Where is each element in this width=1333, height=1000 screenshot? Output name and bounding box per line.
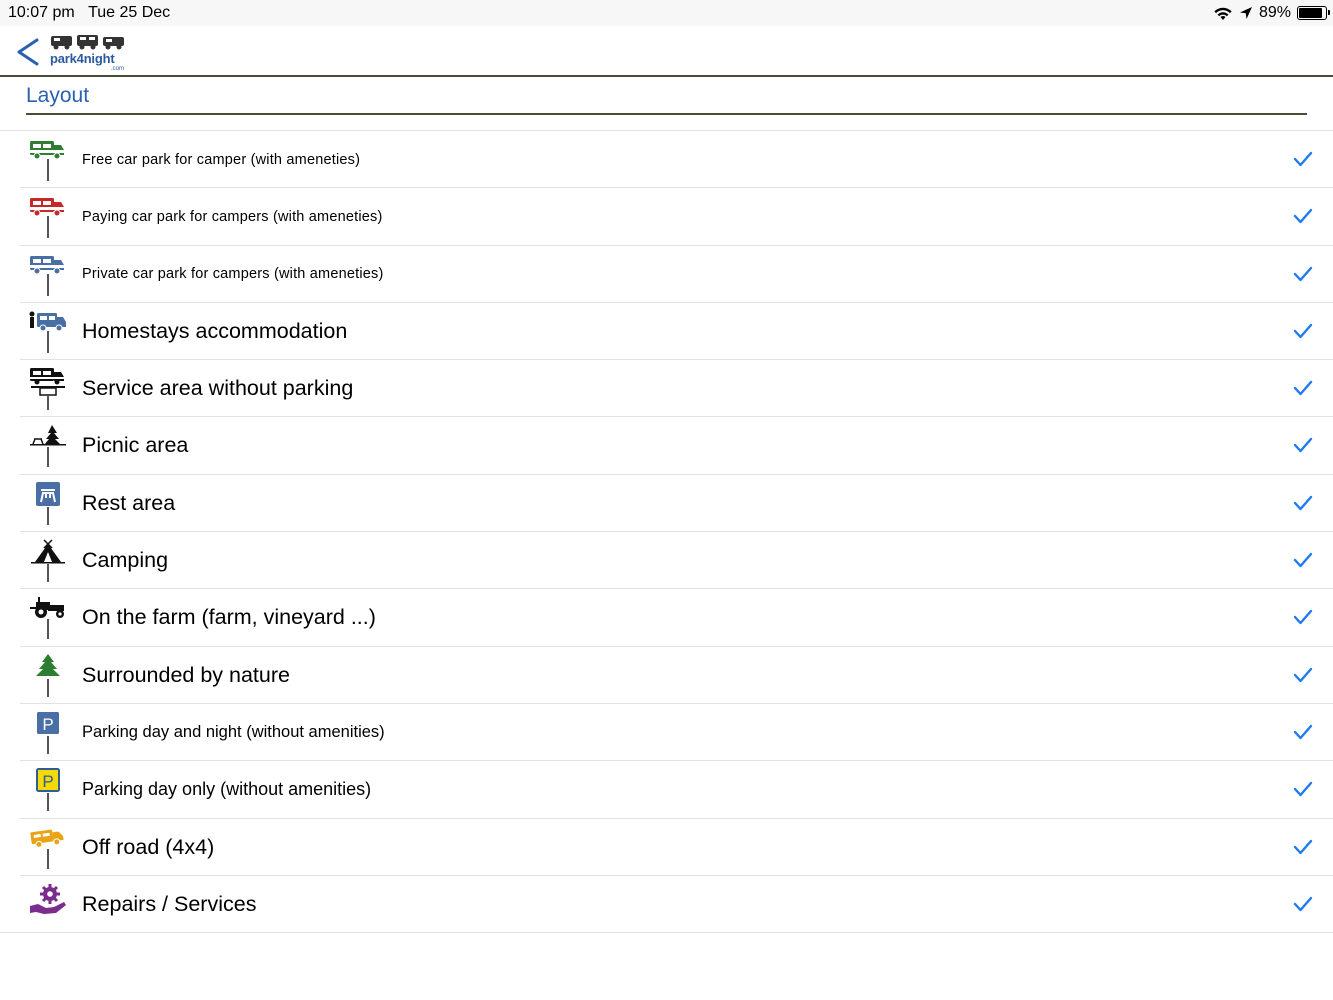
repairs-icon (30, 883, 66, 914)
checkmark-icon (1293, 724, 1313, 740)
status-bar: 10:07 pm Tue 25 Dec 89% (0, 0, 1333, 26)
list-item[interactable]: Repairs / Services (0, 876, 1333, 934)
checkmark-icon (1293, 610, 1313, 625)
list-item-label: Service area without parking (82, 376, 354, 401)
checkmark-icon (1293, 151, 1313, 167)
list-item[interactable]: P Parking day only (without amenities) (20, 761, 1333, 819)
list-item-label: Repairs / Services (82, 891, 257, 916)
list-item-label: Parking day and night (without amenities… (82, 722, 385, 741)
list-item[interactable]: Private car park for campers (with amene… (20, 246, 1333, 303)
status-date: Tue 25 Dec (88, 4, 171, 21)
rest-area-icon (36, 481, 60, 525)
list-item[interactable]: P Parking day and night (without ameniti… (20, 704, 1333, 762)
layout-filter-list: Free car park for camper (with ameneties… (0, 130, 1333, 934)
offroad-icon (30, 829, 64, 869)
list-item[interactable]: Homestays accommodation (20, 303, 1333, 361)
status-time: 10:07 pm (8, 4, 75, 21)
checkmark-icon (1293, 323, 1313, 339)
list-item[interactable]: On the farm (farm, vineyard ...) (20, 589, 1333, 647)
list-item[interactable]: Service area without parking (20, 360, 1333, 418)
tractor-icon (30, 597, 64, 640)
wifi-icon (1214, 7, 1232, 20)
checkmark-icon (1293, 438, 1313, 453)
section-title: Layout (26, 84, 90, 107)
logo-vans-icon (50, 33, 130, 51)
tent-icon (31, 539, 65, 583)
nav-bar: park4night .com (0, 26, 1333, 77)
blue-camper-icon (28, 255, 66, 296)
list-item[interactable]: Rest area (20, 475, 1333, 533)
service-area-icon (28, 368, 66, 411)
list-item-label: Picnic area (82, 433, 189, 458)
list-item-label: Homestays accommodation (82, 318, 348, 343)
back-button[interactable] (10, 34, 44, 70)
battery-percent: 89% (1258, 4, 1291, 21)
logo-suffix: .com (110, 66, 124, 72)
battery-fill (1299, 8, 1323, 18)
logo-text: park4night (50, 51, 115, 66)
list-item-label: Paying car park for campers (with amenet… (82, 208, 383, 225)
checkmark-icon (1293, 266, 1313, 281)
list-item[interactable]: Free car park for camper (with ameneties… (20, 131, 1333, 189)
red-camper-icon (28, 198, 66, 239)
parking-blue-icon: P (37, 711, 59, 754)
checkmark-icon (1293, 896, 1313, 912)
list-item-label: Surrounded by nature (82, 662, 290, 687)
section-divider (26, 113, 1307, 115)
checkmark-icon (1293, 782, 1313, 797)
green-camper-icon (28, 141, 66, 181)
checkmark-icon (1293, 209, 1313, 224)
checkmark-icon (1293, 552, 1313, 568)
location-arrow-icon (1239, 7, 1252, 19)
checkmark-icon (1293, 495, 1313, 510)
homestay-icon (29, 311, 66, 353)
tree-icon (36, 653, 60, 697)
status-time-date: 10:07 pm Tue 25 Dec (8, 4, 170, 22)
list-item-label: Parking day only (without amenities) (82, 779, 372, 800)
app-logo: park4night .com (50, 33, 130, 72)
list-item[interactable]: Picnic area (20, 417, 1333, 475)
list-item[interactable]: Camping (20, 532, 1333, 590)
checkmark-icon (1293, 667, 1313, 682)
list-item-label: On the farm (farm, vineyard ...) (82, 605, 376, 630)
list-item-label: Rest area (82, 490, 176, 515)
battery-icon (1297, 6, 1330, 20)
list-item[interactable]: Off road (4x4) (20, 819, 1333, 876)
picnic-icon (30, 425, 66, 468)
list-item[interactable]: Surrounded by nature (20, 647, 1333, 704)
list-item-label: Free car park for camper (with ameneties… (82, 151, 361, 168)
status-right: 89% (1213, 3, 1330, 23)
list-item-label: Off road (4x4) (82, 834, 215, 859)
chevron-left-icon (17, 38, 39, 66)
parking-yellow-icon: P (36, 768, 60, 812)
list-item[interactable]: Paying car park for campers (with amenet… (20, 188, 1333, 246)
svg-text:P: P (42, 715, 53, 734)
svg-text:P: P (42, 772, 53, 791)
checkmark-icon (1293, 839, 1313, 854)
checkmark-icon (1293, 380, 1313, 396)
list-item-label: Private car park for campers (with amene… (82, 266, 384, 283)
list-item-label: Camping (82, 548, 169, 573)
